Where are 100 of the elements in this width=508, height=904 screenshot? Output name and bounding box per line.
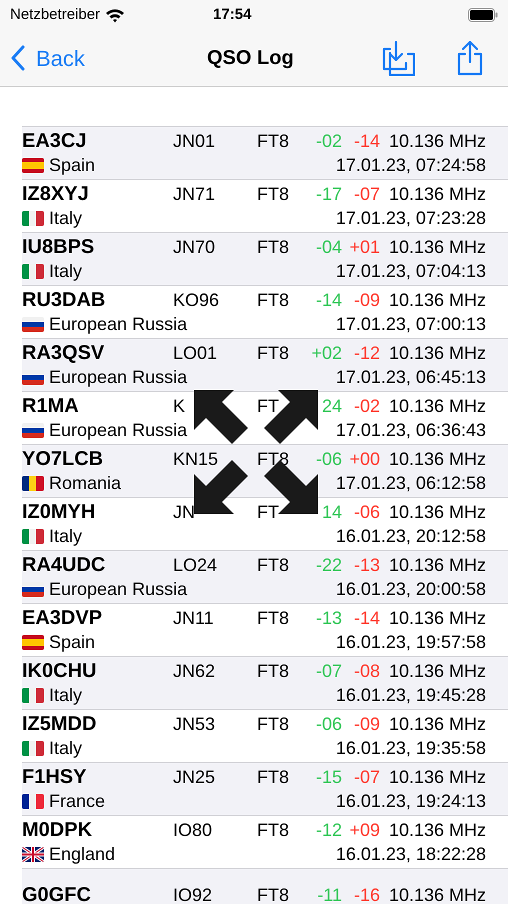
mode: FT8: [257, 183, 290, 206]
callsign: IZ0MYH: [22, 500, 96, 524]
country-name: European Russia: [49, 419, 188, 442]
mode: FT8: [257, 130, 290, 153]
date-time: 17.01.23, 07:04:13: [336, 260, 486, 283]
report-received: -09: [352, 289, 380, 312]
battery-icon: [468, 8, 498, 22]
frequency: 10.136 MHz: [388, 289, 486, 312]
flag-icon: [22, 264, 44, 278]
callsign: IU8BPS: [22, 235, 96, 259]
frequency: 10.136 MHz: [388, 554, 486, 577]
date-time: 17.01.23, 07:00:13: [336, 313, 486, 336]
date-time: 17.01.23, 06:45:13: [336, 366, 486, 389]
mode: FT8: [257, 766, 290, 789]
country-name: England: [49, 843, 116, 866]
country-name: Romania: [49, 472, 122, 495]
callsign: RA4UDC: [22, 553, 106, 577]
flag-icon: [22, 688, 44, 702]
frequency: 10.136 MHz: [388, 448, 486, 471]
log-row[interactable]: F1HSY JN25 FT8 -15 -07 10.136 MHz France 16.01.23, 19:24:13: [22, 762, 508, 815]
mode: FT8: [257, 884, 290, 904]
flag-icon: [22, 582, 44, 596]
flag-icon: [22, 158, 44, 172]
share-button[interactable]: [456, 40, 484, 76]
report-received: -09: [352, 713, 380, 736]
log-row[interactable]: EA3CJ JN01 FT8 -02 -14 10.136 MHz Spain 17.01.23, 07:24:58: [22, 126, 508, 179]
country-name: Spain: [49, 631, 96, 654]
callsign: EA3CJ: [22, 129, 88, 153]
frequency: 10.136 MHz: [388, 713, 486, 736]
frequency: 10.136 MHz: [388, 819, 486, 842]
callsign: EA3DVP: [22, 606, 104, 630]
date-time: 16.01.23, 19:35:58: [336, 737, 486, 760]
callsign: G0GFC: [22, 883, 92, 904]
flag-icon: [22, 422, 44, 438]
country-name: European Russia: [49, 578, 188, 601]
report-received: -12: [352, 342, 380, 365]
log-row[interactable]: IU8BPS JN70 FT8 -04 +01 10.136 MHz Italy 17.01.23, 07:04:13: [22, 232, 508, 285]
report-sent: -06: [314, 713, 342, 736]
grid-locator: LO01: [173, 342, 218, 365]
log-row[interactable]: IK0CHU JN62 FT8 -07 -08 10.136 MHz Italy 16.01.23, 19:45:28: [22, 656, 508, 709]
back-button[interactable]: Back: [0, 42, 85, 74]
date-time: 16.01.23, 18:22:28: [336, 843, 486, 866]
report-sent: -22: [314, 554, 342, 577]
frequency: 10.136 MHz: [388, 236, 486, 259]
chevron-left-icon: [10, 45, 26, 71]
mode: FT8: [257, 660, 290, 683]
frequency: 10.136 MHz: [388, 342, 486, 365]
country-name: France: [49, 790, 106, 813]
callsign: IK0CHU: [22, 659, 98, 683]
country-name: European Russia: [49, 366, 188, 389]
callsign: F1HSY: [22, 765, 88, 789]
flag-icon: [22, 740, 44, 756]
flag-icon: [22, 846, 44, 862]
report-sent: +02: [310, 342, 342, 365]
country-name: Italy: [49, 207, 82, 230]
flag-icon: [22, 210, 44, 226]
mode: FT8: [257, 342, 290, 365]
grid-locator: JN62: [173, 660, 216, 683]
report-received: -07: [352, 766, 380, 789]
report-sent: -02: [314, 130, 342, 153]
country-name: European Russia: [49, 313, 188, 336]
report-received: -02: [352, 395, 380, 418]
report-sent: 14: [320, 501, 342, 524]
frequency: 10.136 MHz: [388, 501, 486, 524]
report-sent: -12: [314, 819, 342, 842]
report-sent: -04: [314, 236, 342, 259]
report-received: -14: [352, 130, 380, 153]
import-button[interactable]: [381, 40, 415, 76]
mode: FT8: [257, 236, 290, 259]
report-received: -06: [352, 501, 380, 524]
grid-locator: KN15: [173, 448, 220, 471]
report-received: -08: [352, 660, 380, 683]
grid-locator: JN70: [173, 236, 216, 259]
grid-locator: K: [173, 395, 186, 418]
report-sent: -11: [316, 884, 342, 904]
flag-icon: [22, 634, 44, 650]
mode: FT8: [257, 607, 290, 630]
grid-locator: JN01: [173, 130, 216, 153]
screen-title: QSO Log: [207, 46, 294, 71]
callsign: IZ5MDD: [22, 712, 98, 736]
country-name: Spain: [49, 154, 96, 177]
log-row[interactable]: RA4UDC LO24 FT8 -22 -13 10.136 MHz European Russia 16.01.23, 20:00:58: [22, 550, 508, 603]
grid-locator: JN25: [173, 766, 216, 789]
callsign: RU3DAB: [22, 288, 106, 312]
clock: 17:54: [213, 4, 252, 25]
report-sent: -06: [314, 448, 342, 471]
grid-locator: JN53: [173, 713, 216, 736]
callsign: RA3QSV: [22, 341, 106, 365]
country-name: Italy: [49, 737, 82, 760]
log-row[interactable]: G0GFC IO92 FT8 -11 -16 10.136 MHz: [22, 868, 508, 904]
callsign: YO7LCB: [22, 447, 104, 471]
download-icon: [381, 40, 415, 76]
report-received: +00: [348, 448, 380, 471]
frequency: 10.136 MHz: [388, 766, 486, 789]
callsign: M0DPK: [22, 818, 94, 842]
log-row[interactable]: RA3QSV LO01 FT8 +02 -12 10.136 MHz European Russia 17.01.23, 06:45:13: [22, 338, 508, 391]
date-time: 17.01.23, 07:24:58: [336, 154, 486, 177]
frequency: 10.136 MHz: [388, 607, 486, 630]
date-time: 17.01.23, 07:23:28: [336, 207, 486, 230]
report-received: -14: [352, 607, 380, 630]
